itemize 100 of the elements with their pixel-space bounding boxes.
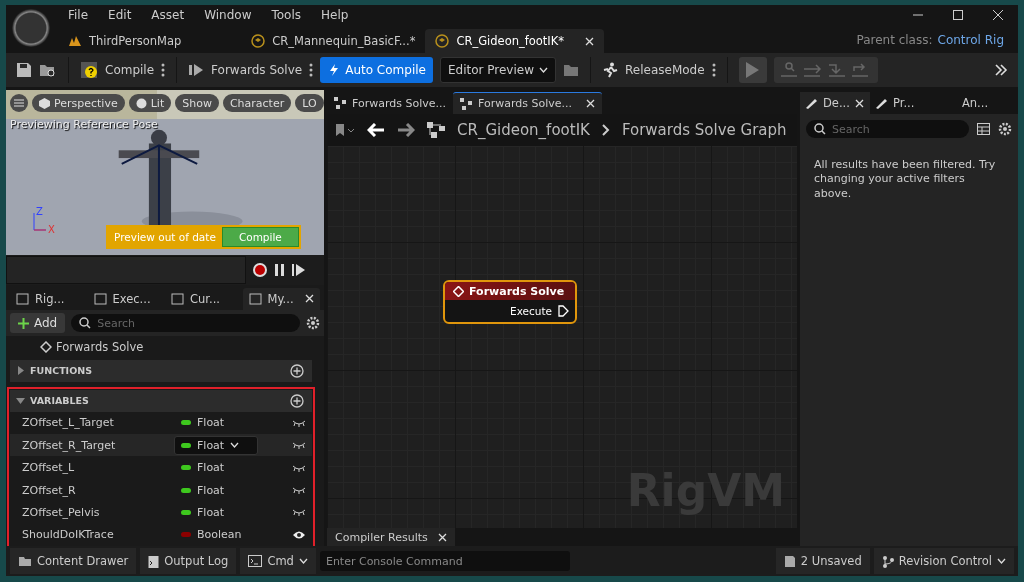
- console-input[interactable]: Enter Console Command: [319, 551, 570, 571]
- settings-icon[interactable]: [998, 122, 1012, 136]
- preview-status-text: Previewing Reference Pose: [10, 118, 158, 131]
- preview-mode-dropdown[interactable]: Editor Preview: [439, 57, 556, 83]
- plus-icon: [18, 317, 29, 329]
- variable-name: ZOffset_R: [22, 483, 77, 497]
- back-arrow-icon[interactable]: [367, 123, 385, 137]
- panel-tab[interactable]: Pr...: [870, 92, 940, 114]
- add-icon[interactable]: [290, 393, 304, 408]
- more-options-icon[interactable]: [309, 63, 314, 77]
- section-header[interactable]: FUNCTIONS: [10, 359, 312, 382]
- panel-tab[interactable]: Rig...: [10, 287, 88, 310]
- release-mode-button[interactable]: ReleaseMode: [625, 63, 705, 77]
- folder-icon: [18, 555, 32, 567]
- maximize-icon[interactable]: [952, 9, 964, 21]
- expanded-arrow-icon: [16, 396, 25, 406]
- parent-class-label: Parent class:: [856, 33, 933, 47]
- menu-item[interactable]: Help: [311, 8, 359, 22]
- exec-pin-icon[interactable]: [558, 305, 569, 317]
- more-options-icon[interactable]: [711, 63, 716, 77]
- menu-item[interactable]: Edit: [98, 8, 142, 22]
- document-tab[interactable]: CR_Gideon_footIK*: [425, 29, 605, 53]
- add-icon[interactable]: [290, 363, 304, 378]
- viewport-option-button[interactable]: Character: [222, 94, 292, 112]
- output-log-button[interactable]: Output Log: [140, 548, 237, 574]
- engine-logo-icon[interactable]: [12, 9, 50, 47]
- section-header[interactable]: VARIABLES: [10, 389, 312, 412]
- document-tab[interactable]: ThirdPersonMap: [58, 29, 192, 53]
- graph-node[interactable]: Forwards Solve Execute: [443, 280, 577, 324]
- caret-icon[interactable]: [298, 558, 308, 564]
- bookmark-icon[interactable]: [335, 123, 355, 137]
- variable-name: ZOffset_R_Target: [22, 438, 117, 452]
- graph-tab[interactable]: Forwards Solve...: [327, 92, 453, 114]
- content-drawer-button[interactable]: Content Drawer: [10, 548, 137, 574]
- eye-closed-icon[interactable]: [292, 508, 306, 517]
- panel-tab[interactable]: My...: [242, 287, 320, 310]
- caret-icon[interactable]: [230, 442, 240, 449]
- variable-type: Float: [197, 483, 225, 497]
- terminal-icon: [248, 555, 263, 567]
- menu-item[interactable]: Asset: [141, 8, 195, 22]
- forwards-solve-button[interactable]: Forwards Solve: [211, 63, 303, 77]
- parent-class-link[interactable]: Control Rig: [937, 33, 1004, 47]
- preview-warning-text: Preview out of date: [113, 231, 216, 243]
- step-forward-icon[interactable]: [292, 263, 306, 278]
- forward-arrow-icon[interactable]: [397, 123, 415, 137]
- menu-item[interactable]: Tools: [261, 8, 312, 22]
- graph-tab[interactable]: Forwards Solve...: [453, 92, 602, 114]
- close-icon[interactable]: [992, 9, 1004, 21]
- close-tab-icon[interactable]: [305, 294, 314, 304]
- close-tab-icon[interactable]: [585, 36, 595, 46]
- table-view-icon[interactable]: [977, 123, 990, 135]
- eye-closed-icon[interactable]: [292, 441, 306, 450]
- revision-control-dropdown[interactable]: Revision Control: [873, 548, 1014, 574]
- breadcrumb-link[interactable]: Forwards Solve Graph: [621, 121, 787, 139]
- pause-icon[interactable]: [274, 263, 286, 278]
- eye-open-icon[interactable]: [292, 529, 306, 540]
- variable-type: Float: [197, 461, 225, 475]
- close-tab-icon[interactable]: [437, 532, 447, 542]
- search-field[interactable]: Search: [71, 314, 300, 333]
- document-tab[interactable]: CR_Mannequin_BasicF...*: [241, 29, 426, 53]
- eye-closed-icon[interactable]: [292, 486, 306, 494]
- breadcrumb-link[interactable]: CR_Gideon_footIK: [457, 121, 590, 139]
- map-icon: [68, 35, 82, 47]
- eye-closed-icon[interactable]: [292, 463, 306, 472]
- variable-row[interactable]: ZOffset_R_Target Float: [10, 434, 312, 457]
- menu-item[interactable]: File: [58, 8, 99, 22]
- panel-tab[interactable]: Exec...: [87, 287, 165, 310]
- unsaved-button[interactable]: 2 Unsaved: [775, 548, 870, 574]
- browse-folder-icon[interactable]: [39, 62, 57, 78]
- close-tab-icon[interactable]: [854, 98, 864, 108]
- diamond-icon: [453, 285, 464, 297]
- record-icon[interactable]: [252, 262, 268, 279]
- graph-icon: [334, 97, 346, 109]
- caret-icon[interactable]: [539, 67, 548, 73]
- panel-tab[interactable]: An...: [940, 92, 1010, 114]
- collapsed-arrow-icon: [16, 366, 25, 376]
- graph-list-item[interactable]: Forwards Solve: [6, 336, 324, 358]
- panel-tab[interactable]: Cur...: [165, 287, 243, 310]
- viewport-option-button[interactable]: Perspective: [32, 94, 125, 112]
- play-icon[interactable]: [738, 57, 767, 83]
- viewport-option-button[interactable]: Show: [175, 94, 219, 112]
- rig-icon: [435, 34, 450, 48]
- overflow-chevron-icon[interactable]: [994, 64, 1008, 76]
- compile-button[interactable]: Compile: [105, 63, 155, 77]
- compile-status-icon[interactable]: [80, 61, 98, 79]
- add-button[interactable]: Add: [10, 313, 66, 334]
- eye-closed-icon[interactable]: [292, 418, 306, 427]
- play-step-icon: [188, 63, 205, 77]
- search-field[interactable]: Search: [806, 120, 969, 138]
- viewport-option-button[interactable]: LO: [295, 94, 324, 112]
- auto-compile-toggle[interactable]: Auto Compile: [320, 57, 433, 83]
- more-options-icon[interactable]: [161, 63, 166, 77]
- caret-icon[interactable]: [997, 558, 1006, 564]
- settings-icon[interactable]: [306, 316, 320, 331]
- cmd-dropdown[interactable]: Cmd: [240, 548, 316, 574]
- menu-item[interactable]: Window: [194, 8, 262, 22]
- save-icon[interactable]: [16, 62, 32, 78]
- close-tab-icon[interactable]: [586, 99, 595, 108]
- panel-tab[interactable]: De...: [800, 92, 870, 114]
- compiler-results-tab[interactable]: Compiler Results: [327, 528, 455, 546]
